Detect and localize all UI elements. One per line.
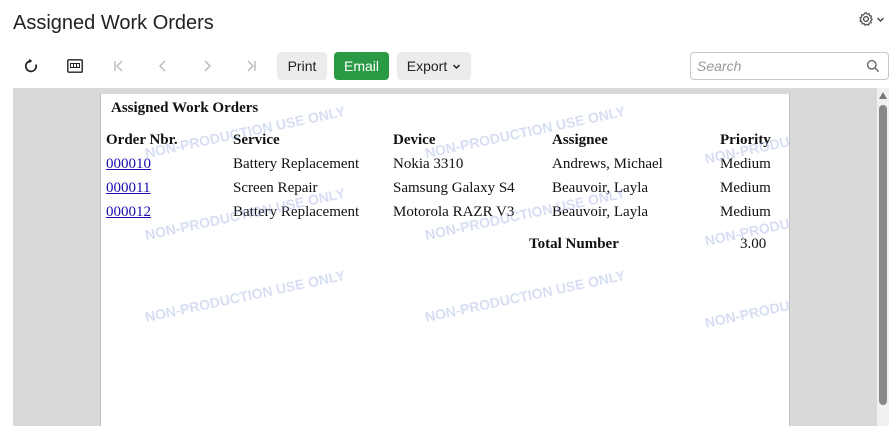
assignee-cell: Andrews, Michael xyxy=(552,156,663,172)
total-value: 3.00 xyxy=(740,236,767,252)
watermark: NON-PRODUCTION USE ONLY xyxy=(143,266,347,326)
service-cell: Battery Replacement xyxy=(233,204,360,220)
priority-cell: Medium xyxy=(720,204,771,220)
settings-menu-button[interactable] xyxy=(858,10,890,28)
next-page-button[interactable] xyxy=(193,52,221,80)
email-button[interactable]: Email xyxy=(334,52,389,80)
watermark: NON-PRODU xyxy=(703,297,790,331)
order-number-link[interactable]: 000012 xyxy=(106,204,151,221)
device-cell: Nokia 3310 xyxy=(393,156,464,172)
order-number-link[interactable]: 000010 xyxy=(106,156,151,173)
report-toolbar: Print Email Export xyxy=(13,52,889,80)
gear-icon xyxy=(859,11,873,27)
report-title: Assigned Work Orders xyxy=(111,100,259,116)
print-button[interactable]: Print xyxy=(277,52,327,80)
assignee-cell: Beauvoir, Layla xyxy=(552,204,649,220)
column-header-assignee: Assignee xyxy=(552,132,608,148)
next-page-icon xyxy=(204,60,211,72)
device-cell: Motorola RAZR V3 xyxy=(393,204,515,220)
total-label: Total Number xyxy=(529,236,619,252)
refresh-icon xyxy=(24,58,38,73)
last-page-icon xyxy=(247,60,256,72)
assignee-cell: Beauvoir, Layla xyxy=(552,180,649,196)
first-page-button[interactable] xyxy=(105,52,133,80)
report-page: Assigned Work Orders Order Nbr. Service … xyxy=(100,94,790,426)
scroll-thumb[interactable] xyxy=(879,105,887,405)
report-viewer: Assigned Work Orders Order Nbr. Service … xyxy=(13,88,877,426)
column-header-priority: Priority xyxy=(720,132,771,148)
previous-page-button[interactable] xyxy=(149,52,177,80)
last-page-button[interactable] xyxy=(237,52,265,80)
column-header-service: Service xyxy=(233,132,280,148)
column-header-order-nbr: Order Nbr. xyxy=(106,132,178,148)
pdf-icon xyxy=(67,59,83,73)
search-box xyxy=(690,52,889,80)
priority-cell: Medium xyxy=(720,180,771,196)
pdf-button[interactable] xyxy=(61,52,89,80)
service-cell: Screen Repair xyxy=(233,180,318,196)
device-cell: Samsung Galaxy S4 xyxy=(393,180,515,196)
export-button-label: Export xyxy=(406,58,448,74)
column-header-device: Device xyxy=(393,132,436,148)
chevron-down-icon xyxy=(877,17,884,22)
report-scrollbar[interactable] xyxy=(877,88,889,426)
previous-page-icon xyxy=(159,60,166,72)
watermark: NON-PRODUCTION USE ONLY xyxy=(423,266,627,326)
search-icon[interactable] xyxy=(866,59,880,78)
order-number-link[interactable]: 000011 xyxy=(106,180,150,197)
search-input[interactable] xyxy=(697,53,857,79)
page-title: Assigned Work Orders xyxy=(13,12,214,34)
first-page-icon xyxy=(114,60,123,72)
priority-cell: Medium xyxy=(720,156,771,172)
refresh-button[interactable] xyxy=(17,52,45,80)
scroll-up-icon[interactable] xyxy=(879,92,887,99)
service-cell: Battery Replacement xyxy=(233,156,360,172)
chevron-down-icon xyxy=(453,63,461,69)
export-button[interactable]: Export xyxy=(397,52,471,80)
